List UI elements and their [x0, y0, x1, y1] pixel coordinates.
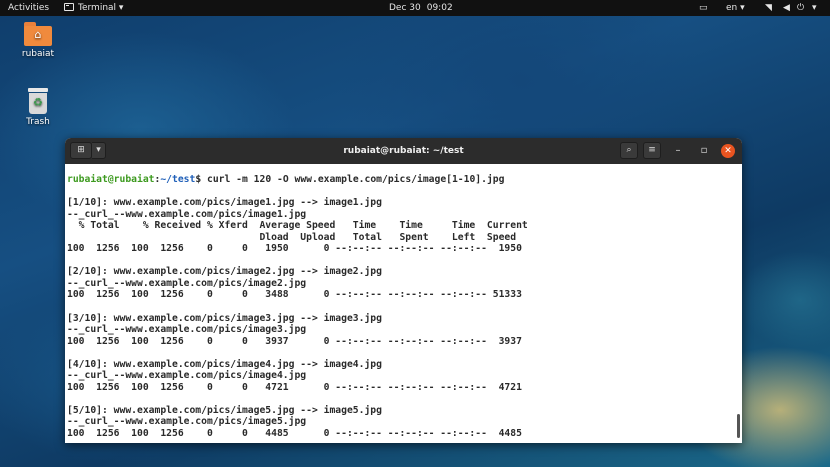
window-title: rubaiat@rubaiat: ~/test	[343, 146, 464, 156]
maximize-button[interactable]: ▫	[697, 144, 711, 158]
prompt-path: ~/test	[160, 174, 196, 185]
terminal-text: rubaiat@rubaiat:~/test$ curl -m 120 -O w…	[65, 164, 742, 440]
search-icon: ⌕	[626, 145, 632, 155]
minimize-icon: –	[675, 145, 681, 156]
home-folder-icon	[24, 22, 52, 46]
volume-icon[interactable]: ◀	[783, 0, 790, 16]
wifi-icon[interactable]: ◥	[765, 0, 772, 16]
desktop-home-label: rubaiat	[21, 49, 55, 59]
command-output: [1/10]: www.example.com/pics/image1.jpg …	[67, 197, 528, 440]
maximize-icon: ▫	[700, 145, 708, 156]
language-label: en	[726, 3, 738, 13]
system-menu-chevron-icon[interactable]: ▾	[812, 0, 817, 16]
prompt-user: rubaiat@rubaiat	[67, 174, 155, 185]
desktop-home-folder[interactable]: rubaiat	[10, 22, 66, 59]
top-bar: Activities Terminal ▾ Dec 30 09:02 ▭ en ▾…	[0, 0, 830, 16]
trash-icon	[27, 88, 49, 114]
language-indicator[interactable]: en ▾	[726, 0, 745, 16]
desktop-trash[interactable]: Trash	[10, 88, 66, 127]
command-text: curl -m 120 -O www.example.com/pics/imag…	[201, 174, 505, 185]
terminal-window: ⊞ ▾ rubaiat@rubaiat: ~/test ⌕ ≡ – ▫ ✕ ru…	[65, 138, 742, 443]
clock-time: 09:02	[426, 3, 453, 13]
clock-button[interactable]: Dec 30 09:02	[389, 0, 459, 16]
desktop-trash-label: Trash	[26, 117, 50, 127]
hamburger-icon: ≡	[648, 145, 656, 155]
app-menu-label: Terminal	[78, 3, 117, 13]
scrollbar[interactable]	[737, 414, 740, 438]
app-menu-button[interactable]: Terminal ▾	[64, 0, 123, 16]
hamburger-menu-button[interactable]: ≡	[643, 142, 661, 159]
activities-button[interactable]: Activities	[8, 0, 49, 16]
minimize-button[interactable]: –	[671, 144, 685, 158]
close-icon: ✕	[724, 146, 732, 156]
terminal-content[interactable]: rubaiat@rubaiat:~/test$ curl -m 120 -O w…	[65, 164, 742, 443]
chevron-down-icon: ▾	[118, 3, 124, 13]
chevron-down-icon: ▾	[740, 3, 745, 13]
terminal-icon	[64, 3, 74, 11]
search-button[interactable]: ⌕	[620, 142, 638, 159]
window-header-bar[interactable]: ⊞ ▾ rubaiat@rubaiat: ~/test ⌕ ≡ – ▫ ✕	[65, 138, 742, 164]
power-icon[interactable]: ⏻	[797, 0, 804, 16]
screen-icon[interactable]: ▭	[699, 0, 708, 16]
clock-date: Dec 30	[389, 3, 421, 13]
close-button[interactable]: ✕	[721, 144, 735, 158]
